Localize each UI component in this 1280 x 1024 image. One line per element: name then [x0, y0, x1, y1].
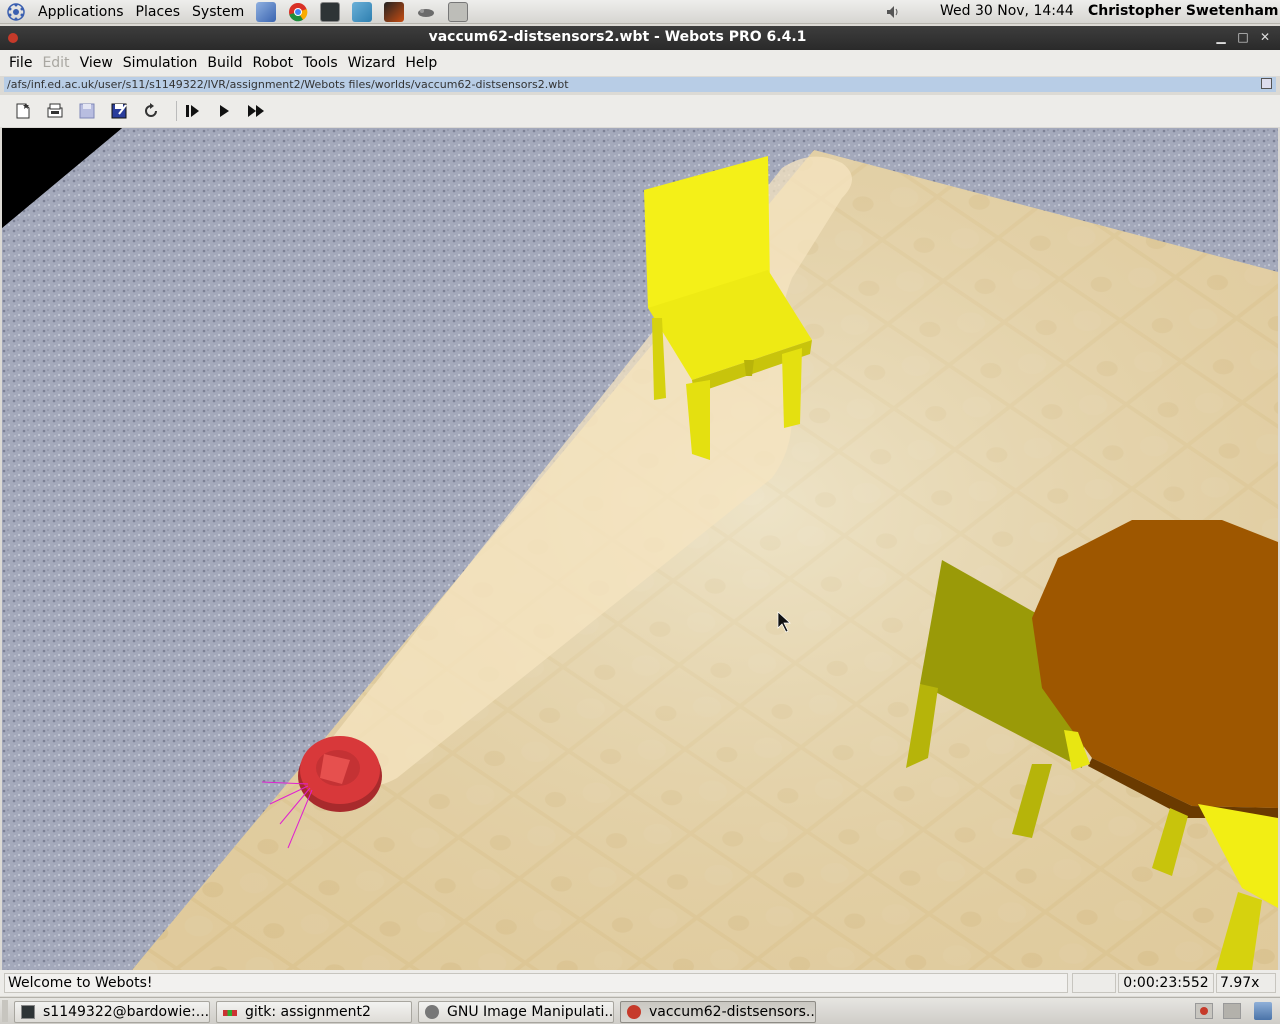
gitk-icon: [223, 1010, 237, 1016]
cube-icon[interactable]: [254, 1, 278, 23]
menu-view[interactable]: View: [75, 55, 118, 71]
network-icon[interactable]: [350, 1, 374, 23]
status-field-empty: [1072, 973, 1116, 993]
menu-edit[interactable]: Edit: [37, 55, 74, 71]
applications-menu[interactable]: Applications: [32, 0, 130, 24]
fast-icon[interactable]: [245, 100, 267, 122]
simulation-speed: 7.97x: [1216, 973, 1276, 993]
user-name[interactable]: Christopher Swetenham: [1088, 3, 1279, 19]
minimize-icon[interactable]: ▁: [1213, 29, 1229, 45]
menu-build[interactable]: Build: [202, 55, 247, 71]
3d-view[interactable]: [2, 128, 1278, 970]
task-webots[interactable]: vaccum62-distsensors...: [620, 1001, 816, 1023]
vacuum-robot[interactable]: [298, 736, 382, 812]
bottom-panel: s1149322@bardowie:... gitk: assignment2 …: [0, 997, 1280, 1024]
matlab-icon[interactable]: [382, 1, 406, 23]
menu-simulation[interactable]: Simulation: [118, 55, 203, 71]
revert-icon[interactable]: [140, 100, 162, 122]
statusbar: Welcome to Webots! 0:00:23:552 7.97x: [0, 970, 1280, 996]
restore-icon[interactable]: [1261, 78, 1272, 89]
places-menu[interactable]: Places: [130, 0, 187, 24]
save-icon[interactable]: [76, 100, 98, 122]
toolbar: [0, 95, 1280, 127]
task-terminal[interactable]: s1149322@bardowie:...: [14, 1001, 210, 1023]
menu-robot[interactable]: Robot: [248, 55, 299, 71]
gimp-wilber-icon[interactable]: [414, 1, 438, 23]
gnome-foot-icon: [7, 2, 25, 21]
terminal-icon[interactable]: [318, 1, 342, 23]
menu-file[interactable]: File: [4, 55, 37, 71]
task-gimp[interactable]: GNU Image Manipulati...: [418, 1001, 614, 1023]
clock[interactable]: Wed 30 Nov, 14:44: [940, 3, 1074, 19]
task-gitk[interactable]: gitk: assignment2: [216, 1001, 412, 1023]
webots-icon: [627, 1005, 641, 1019]
maximize-icon[interactable]: □: [1235, 29, 1251, 45]
toolbar-separator: [176, 101, 177, 121]
status-message: Welcome to Webots!: [4, 973, 1068, 993]
window-title: vaccum62-distsensors2.wbt - Webots PRO 6…: [428, 29, 807, 45]
panel-handle: [2, 1000, 8, 1022]
window-titlebar[interactable]: vaccum62-distsensors2.wbt - Webots PRO 6…: [0, 26, 1280, 50]
task-label: GNU Image Manipulati...: [447, 1004, 614, 1020]
volume-icon[interactable]: [884, 3, 902, 21]
task-label: gitk: assignment2: [245, 1004, 371, 1020]
task-label: vaccum62-distsensors...: [649, 1004, 816, 1020]
task-label: s1149322@bardowie:...: [43, 1004, 210, 1020]
top-panel: Applications Places System Wed 30 Nov, 1…: [0, 0, 1280, 24]
close-icon[interactable]: ✕: [1257, 29, 1273, 45]
workspace-2-icon[interactable]: [1220, 1000, 1244, 1022]
notes-icon[interactable]: [446, 1, 470, 23]
new-world-icon[interactable]: [12, 100, 34, 122]
system-menu[interactable]: System: [186, 0, 250, 24]
menubar: File Edit View Simulation Build Robot To…: [0, 50, 1280, 76]
world-path: /afs/inf.ed.ac.uk/user/s11/s1149322/IVR/…: [7, 78, 569, 91]
terminal-icon: [21, 1005, 35, 1019]
run-icon[interactable]: [213, 100, 235, 122]
workspace-1-icon[interactable]: [1192, 1000, 1216, 1022]
trash-icon[interactable]: [1252, 1000, 1276, 1022]
step-icon[interactable]: [181, 100, 203, 122]
simulation-time: 0:00:23:552: [1118, 973, 1214, 993]
menu-help[interactable]: Help: [400, 55, 442, 71]
save-as-icon[interactable]: [108, 100, 130, 122]
gimp-icon: [425, 1005, 439, 1019]
open-icon[interactable]: [44, 100, 66, 122]
world-path-bar: /afs/inf.ed.ac.uk/user/s11/s1149322/IVR/…: [4, 77, 1276, 92]
menu-wizard[interactable]: Wizard: [343, 55, 401, 71]
menu-tools[interactable]: Tools: [298, 55, 343, 71]
chrome-icon[interactable]: [286, 1, 310, 23]
